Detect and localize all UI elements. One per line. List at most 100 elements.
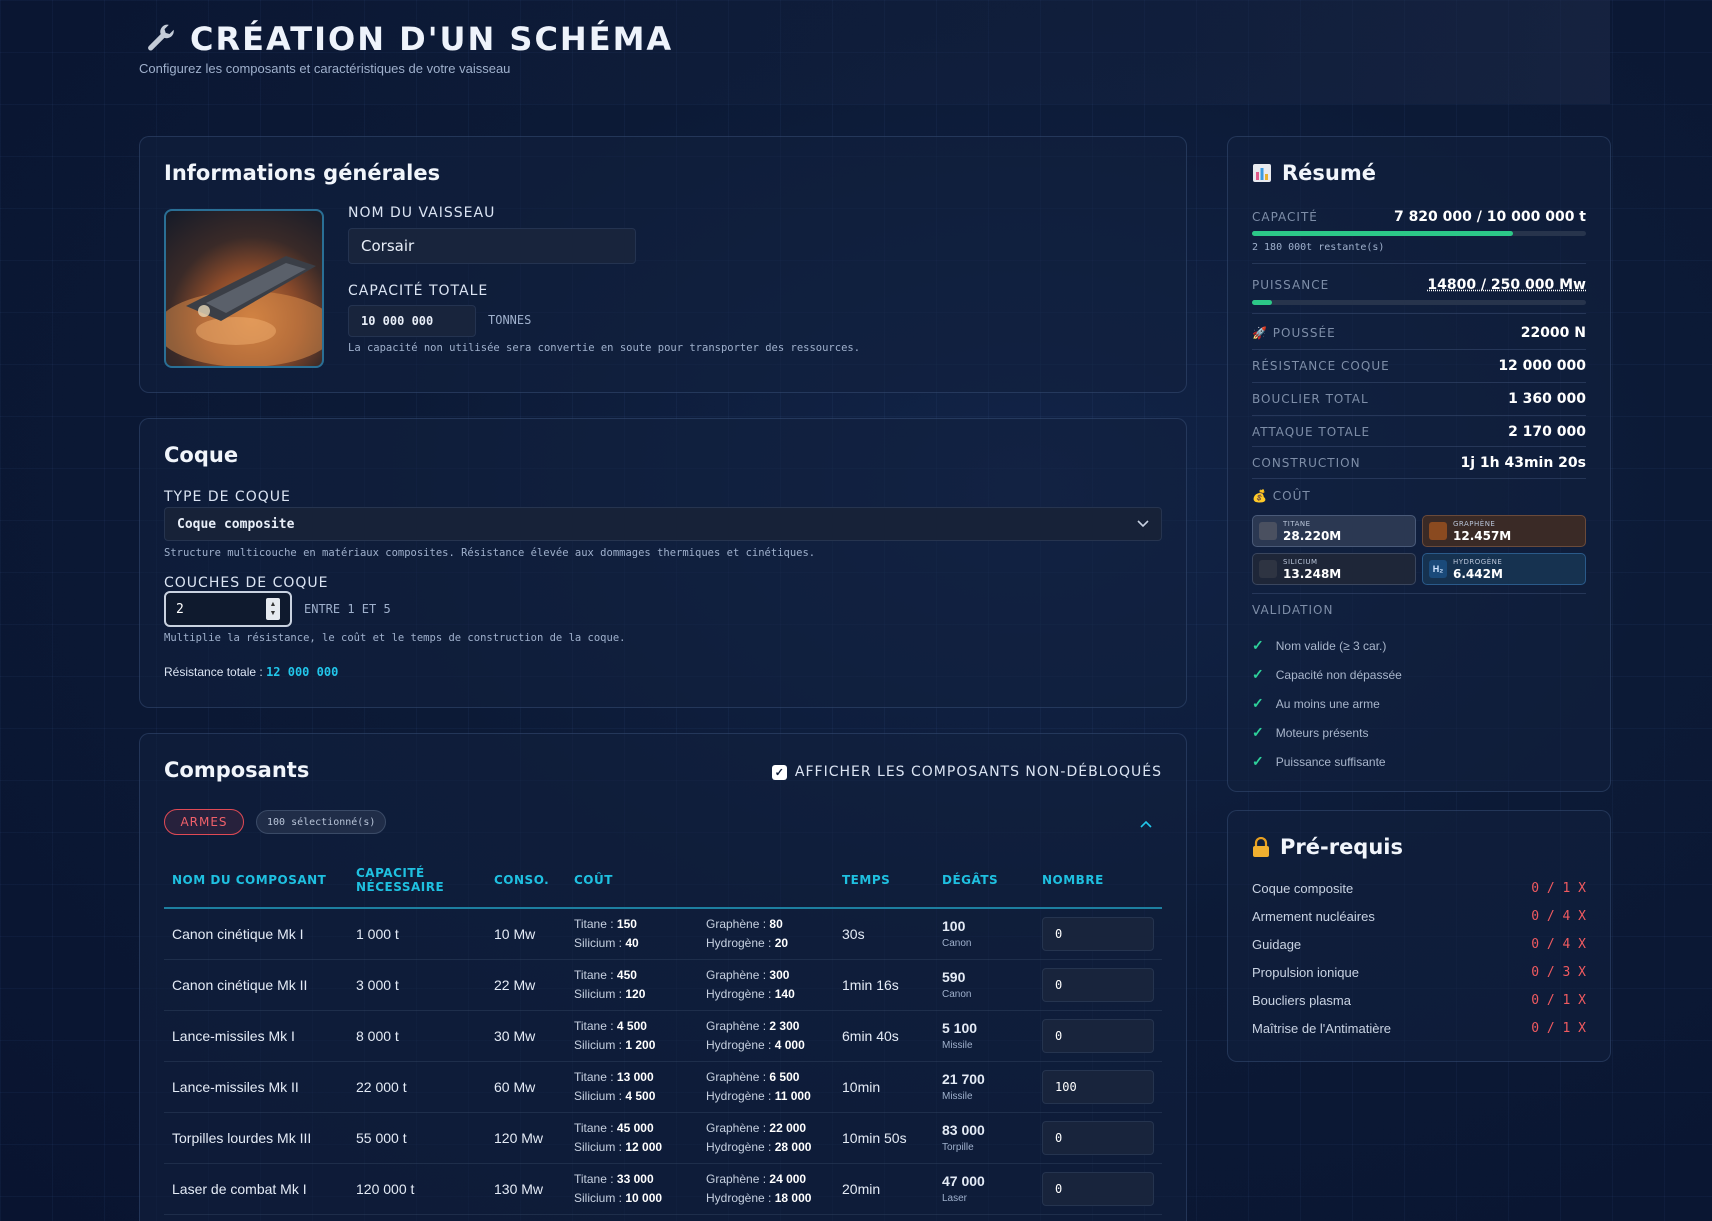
component-name: Lance-missiles Mk I	[164, 1010, 348, 1062]
components-table: NOM DU COMPOSANT CAPACITÉ NÉCESSAIRE CON…	[164, 852, 1162, 1215]
component-time: 1min 16s	[834, 959, 934, 1011]
summary-thrust-value: 22000 N	[1520, 325, 1586, 341]
checkbox-checked-icon[interactable]: ✓	[771, 764, 787, 780]
chevron-down-icon	[1137, 520, 1149, 528]
graphene-icon	[1429, 522, 1447, 540]
cost-graphene-label: Graphène :	[706, 1171, 767, 1186]
cost-graphene-name: GRAPHÈNE	[1453, 519, 1496, 528]
cost-graphene: Graphène : 6 500	[706, 1068, 826, 1087]
ship-name-input[interactable]: Corsair	[348, 228, 636, 264]
hull-title: Coque	[164, 443, 239, 467]
category-weapons-pill[interactable]: ARMES	[164, 809, 244, 835]
component-time: 20min	[834, 1163, 934, 1215]
cost-hydrogene: Hydrogène : 11 000	[706, 1087, 826, 1106]
hull-layers-input[interactable]: 2 ▲ ▼	[164, 591, 292, 627]
table-row: Torpilles lourdes Mk III 55 000 t 120 Mw Ti…	[164, 1112, 1162, 1164]
component-name: Lance-missiles Mk II	[164, 1061, 348, 1113]
damage-value: 590	[942, 969, 966, 985]
validation-label: VALIDATION	[1252, 603, 1334, 617]
summary-attack-row: ATTAQUE TOTALE 2 170 000	[1252, 424, 1586, 440]
cost-silicium-label: Silicium :	[574, 986, 623, 1001]
summary-shield-label: BOUCLIER TOTAL	[1252, 392, 1369, 406]
component-count-input[interactable]: 0	[1042, 916, 1154, 951]
summary-capacity-label: CAPACITÉ	[1252, 210, 1318, 224]
hull-layers-value: 2	[176, 601, 184, 617]
table-row: Lance-missiles Mk I8 000 t 30 Mw Titane : …	[164, 1010, 1162, 1062]
component-count-input[interactable]: 0	[1042, 1171, 1154, 1206]
power-progress-fill	[1252, 300, 1272, 305]
hull-type-select[interactable]: Coque composite	[164, 507, 1162, 541]
chevron-up-icon[interactable]	[1140, 820, 1152, 828]
component-capacity: 8 000 t	[348, 1010, 486, 1062]
validation-text: Capacité non dépassée	[1275, 667, 1402, 682]
prerequisite-name: Guidage	[1252, 937, 1302, 952]
total-resistance-label: Résistance totale :	[164, 665, 263, 679]
component-count-input[interactable]: 100	[1042, 1069, 1154, 1104]
cost-hydrogene-label: Hydrogène :	[706, 935, 772, 950]
cost-titane-label: Titane :	[574, 967, 614, 982]
component-capacity: 1 000 t	[348, 908, 486, 960]
prerequisites-card: Pré-requis Coque composite 0 / 1 X Armemen…	[1227, 810, 1611, 1062]
table-row: Canon cinétique Mk I1 000 t 10 Mw Titane :…	[164, 908, 1162, 960]
component-count-cell: 0	[1034, 1010, 1162, 1062]
component-count-cell: 0	[1034, 959, 1162, 1011]
cost-titane-name: TITANE	[1283, 519, 1311, 528]
show-locked-toggle[interactable]: ✓ AFFICHER LES COMPOSANTS NON-DÉBLOQUÉS	[771, 764, 1162, 780]
summary-divider	[1252, 382, 1586, 383]
cost-hydrogene: Hydrogène : 28 000	[706, 1138, 826, 1157]
damage-type: Laser	[942, 1193, 968, 1204]
cost-titane: Titane : 150	[574, 915, 690, 934]
cost-hydrogene-amount: 140	[774, 986, 795, 1001]
component-count-input[interactable]: 0	[1042, 1018, 1154, 1053]
cost-hydrogene-amount: 4 000	[774, 1037, 805, 1052]
prerequisite-status: 0 / 1 X	[1531, 993, 1586, 1008]
hull-type-label: TYPE DE COQUE	[164, 489, 291, 505]
prerequisite-name: Propulsion ionique	[1252, 965, 1359, 980]
summary-capacity-value: 7 820 000 / 10 000 000 t	[1393, 209, 1586, 225]
summary-title: Résumé	[1282, 161, 1376, 185]
cost-hydrogene: Hydrogène : 18 000	[706, 1189, 826, 1208]
component-count-input[interactable]: 0	[1042, 1120, 1154, 1155]
stepper-icon[interactable]: ▲ ▼	[266, 598, 280, 620]
component-name: Canon cinétique Mk I	[164, 908, 348, 960]
cost-graphene-amount: 80	[769, 916, 783, 931]
component-damage: 5 100 Missile	[934, 1010, 1034, 1062]
damage-type: Canon	[942, 938, 972, 950]
capacity-input[interactable]: 10 000 000	[348, 305, 476, 337]
cost-titane-amount: 33 000	[616, 1171, 654, 1186]
prerequisite-item: Propulsion ionique 0 / 3 X	[1252, 965, 1586, 980]
cost-silicium-label: Silicium :	[574, 1037, 623, 1052]
prerequisite-name: Boucliers plasma	[1252, 993, 1351, 1008]
cost-titane: Titane : 45 000	[574, 1119, 690, 1138]
components-card: Composants ✓ AFFICHER LES COMPOSANTS NON…	[139, 733, 1187, 1221]
hull-layers-description: Multiplie la résistance, le coût et le t…	[164, 632, 626, 644]
damage-value: 83 000	[942, 1122, 985, 1138]
ship-image[interactable]	[164, 209, 324, 368]
prerequisite-item: Armement nucléaires 0 / 4 X	[1252, 909, 1586, 924]
component-capacity: 3 000 t	[348, 959, 486, 1011]
component-damage: 83 000 Torpille	[934, 1112, 1034, 1164]
damage-type: Torpille	[942, 1142, 974, 1153]
hydrogen-icon: H₂	[1429, 560, 1447, 578]
cost-graphene-label: Graphène :	[706, 1069, 767, 1084]
cost-titane: Titane : 33 000	[574, 1170, 690, 1189]
cost-titane: Titane : 4 500	[574, 1017, 690, 1036]
cost-silicium-amount: 12 000	[625, 1139, 663, 1154]
prerequisite-item: Coque composite 0 / 1 X	[1252, 881, 1586, 896]
component-count-input[interactable]: 0	[1042, 967, 1154, 1002]
cost-titane-value: 28.220M	[1283, 528, 1342, 543]
summary-construction-row: CONSTRUCTION 1j 1h 43min 20s	[1252, 455, 1586, 471]
component-capacity: 120 000 t	[348, 1163, 486, 1215]
cost-graphene: Graphène : 24 000	[706, 1170, 826, 1189]
col-cost: COÛT	[566, 852, 698, 909]
cost-titane-box: TITANE 28.220M	[1252, 515, 1416, 547]
titane-icon	[1259, 522, 1277, 540]
summary-thrust-label: POUSSÉE	[1272, 326, 1336, 340]
page-title: CRÉATION D'UN SCHÉMA	[190, 20, 674, 58]
component-damage: 47 000 Laser	[934, 1163, 1034, 1215]
page-subtitle: Configurez les composants et caractérist…	[139, 61, 511, 76]
components-table-body: Canon cinétique Mk I1 000 t 10 Mw Titane :…	[164, 908, 1162, 1215]
damage-value: 47 000	[942, 1173, 985, 1189]
cost-hydrogene-label: Hydrogène :	[706, 1139, 772, 1154]
cost-graphene: Graphène : 2 300	[706, 1017, 826, 1036]
